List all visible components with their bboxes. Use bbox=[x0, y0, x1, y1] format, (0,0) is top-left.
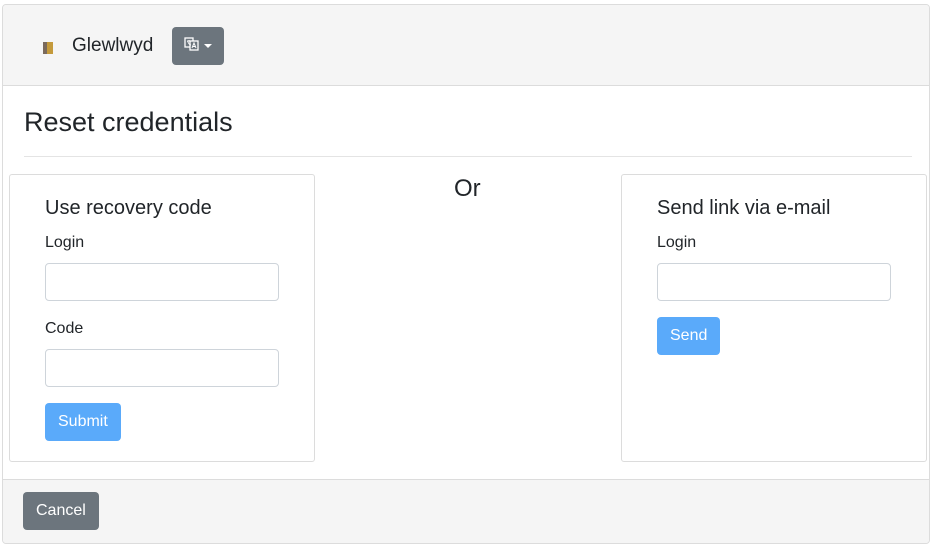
recovery-code-input[interactable] bbox=[45, 349, 279, 387]
email-login-label: Login bbox=[657, 234, 697, 251]
submit-button[interactable]: Submit bbox=[45, 403, 121, 441]
brand-name: Glewlwyd bbox=[72, 35, 154, 56]
or-separator: Or bbox=[454, 175, 481, 202]
email-login-input[interactable] bbox=[657, 263, 891, 301]
page-title: Reset credentials bbox=[24, 107, 233, 137]
email-link-panel: Send link via e-mail Login Send bbox=[621, 174, 927, 462]
divider bbox=[24, 156, 912, 157]
chevron-down-icon bbox=[204, 44, 212, 48]
recovery-code-label: Code bbox=[45, 320, 84, 337]
reset-credentials-card: Glewlwyd Reset credentials Use recovery … bbox=[2, 4, 930, 544]
recovery-code-panel: Use recovery code Login Code Submit bbox=[9, 174, 315, 462]
send-button[interactable]: Send bbox=[657, 317, 721, 355]
language-dropdown-button[interactable] bbox=[172, 27, 224, 65]
recovery-code-title: Use recovery code bbox=[45, 197, 212, 219]
card-header: Glewlwyd bbox=[3, 5, 929, 86]
language-icon bbox=[184, 36, 200, 56]
recovery-login-label: Login bbox=[45, 234, 85, 251]
cancel-button[interactable]: Cancel bbox=[23, 492, 99, 530]
email-link-title: Send link via e-mail bbox=[657, 197, 831, 219]
card-footer: Cancel bbox=[3, 479, 929, 543]
door-icon bbox=[41, 41, 55, 55]
recovery-login-input[interactable] bbox=[45, 263, 279, 301]
